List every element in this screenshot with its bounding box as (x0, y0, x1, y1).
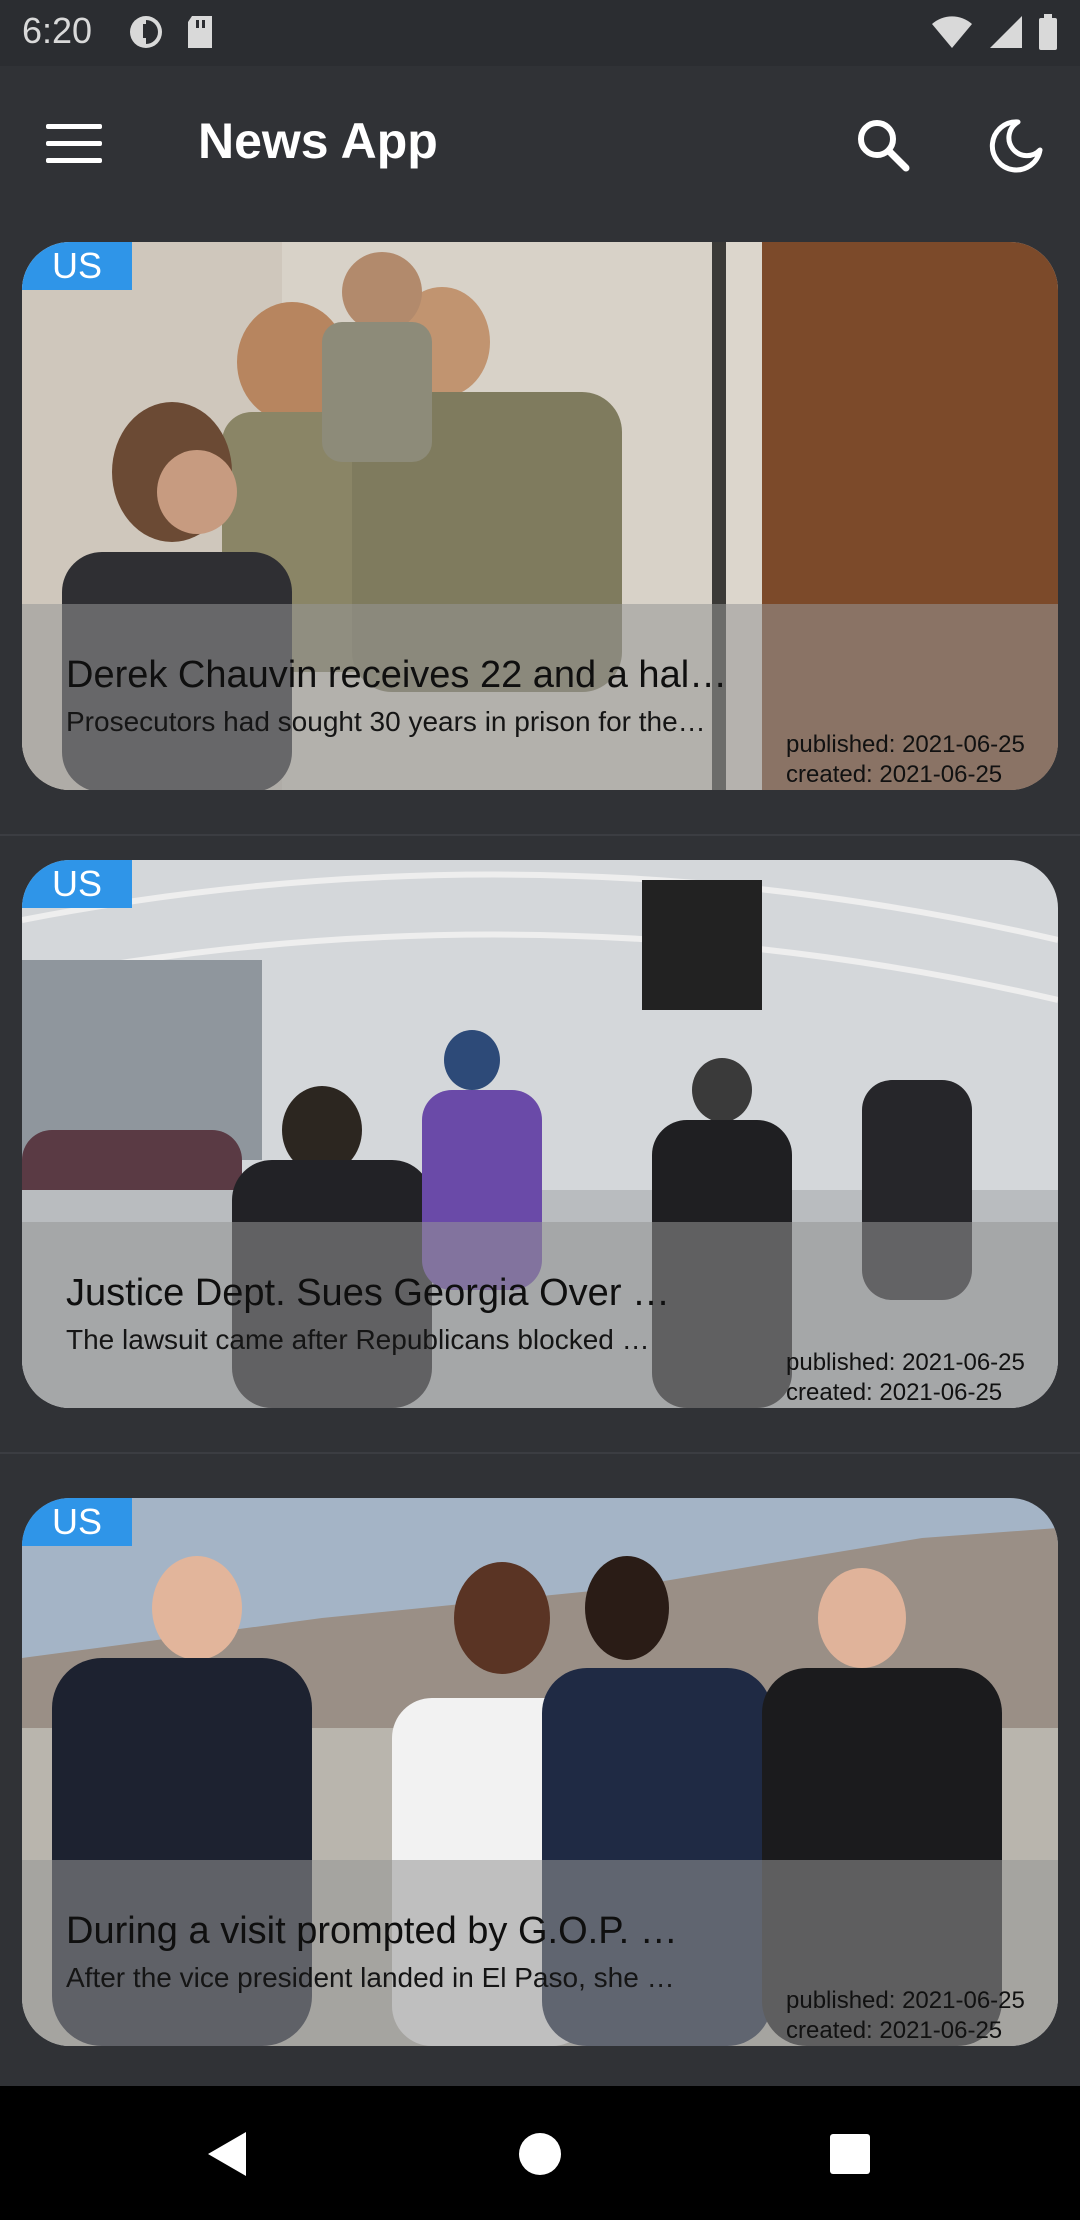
status-right-icons (930, 12, 1060, 57)
recents-square-icon (830, 2134, 870, 2174)
published-date: published: 2021-06-25 (786, 1349, 1025, 1376)
news-feed[interactable]: US Derek Chauvin receives 22 and a hal… … (0, 222, 1080, 2086)
data-saver-icon (126, 12, 166, 57)
signal-icon (986, 12, 1024, 57)
created-date: created: 2021-06-25 (786, 2017, 1003, 2044)
menu-button[interactable] (46, 124, 102, 164)
sd-card-icon (184, 12, 216, 57)
article-dates: published: 2021-06-25 created: 2021-06-2… (786, 730, 1025, 790)
recents-button[interactable] (822, 2126, 878, 2182)
created-date: created: 2021-06-25 (786, 1379, 1003, 1406)
article-card[interactable]: US During a visit prompted by G.O.P. … A… (22, 1498, 1058, 2046)
status-bar: 6:20 (0, 0, 1080, 66)
article-caption: Derek Chauvin receives 22 and a hal… Pro… (22, 604, 1058, 790)
article-card[interactable]: US Derek Chauvin receives 22 and a hal… … (22, 242, 1058, 790)
back-button[interactable] (200, 2126, 256, 2182)
menu-icon-line (46, 141, 102, 146)
app-bar: News App (0, 66, 1080, 222)
article-caption: During a visit prompted by G.O.P. … Afte… (22, 1860, 1058, 2046)
theme-toggle-button[interactable] (982, 114, 1046, 178)
published-date: published: 2021-06-25 (786, 731, 1025, 758)
back-triangle-icon (208, 2132, 246, 2176)
article-description: Prosecutors had sought 30 years in priso… (66, 706, 706, 737)
search-icon (858, 120, 910, 172)
article-title: During a visit prompted by G.O.P. … (66, 1910, 678, 1952)
status-left-icons (126, 12, 216, 57)
article-title: Derek Chauvin receives 22 and a hal… (66, 654, 728, 696)
search-button[interactable] (852, 114, 916, 178)
menu-icon (46, 124, 102, 129)
article-dates: published: 2021-06-25 created: 2021-06-2… (786, 1986, 1025, 2046)
category-badge: US (22, 860, 132, 908)
menu-icon-line (46, 158, 102, 163)
article-title: Justice Dept. Sues Georgia Over … (66, 1272, 671, 1314)
article-dates: published: 2021-06-25 created: 2021-06-2… (786, 1348, 1025, 1408)
article-description: The lawsuit came after Republicans block… (66, 1324, 650, 1355)
category-badge: US (22, 1498, 132, 1546)
divider (0, 834, 1080, 836)
article-caption: Justice Dept. Sues Georgia Over … The la… (22, 1222, 1058, 1408)
home-circle-icon (519, 2133, 561, 2175)
wifi-icon (930, 12, 974, 57)
created-date: created: 2021-06-25 (786, 761, 1003, 788)
article-card[interactable]: US Justice Dept. Sues Georgia Over … The… (22, 860, 1058, 1408)
published-date: published: 2021-06-25 (786, 1987, 1025, 2014)
app-title: News App (198, 113, 438, 169)
article-description: After the vice president landed in El Pa… (66, 1962, 675, 1993)
dark-mode-moon-icon (989, 119, 1043, 173)
category-badge: US (22, 242, 132, 290)
system-navigation-bar (0, 2086, 1080, 2220)
home-button[interactable] (512, 2126, 568, 2182)
battery-icon (1036, 12, 1060, 57)
status-time: 6:20 (22, 10, 93, 51)
divider (0, 1452, 1080, 1454)
